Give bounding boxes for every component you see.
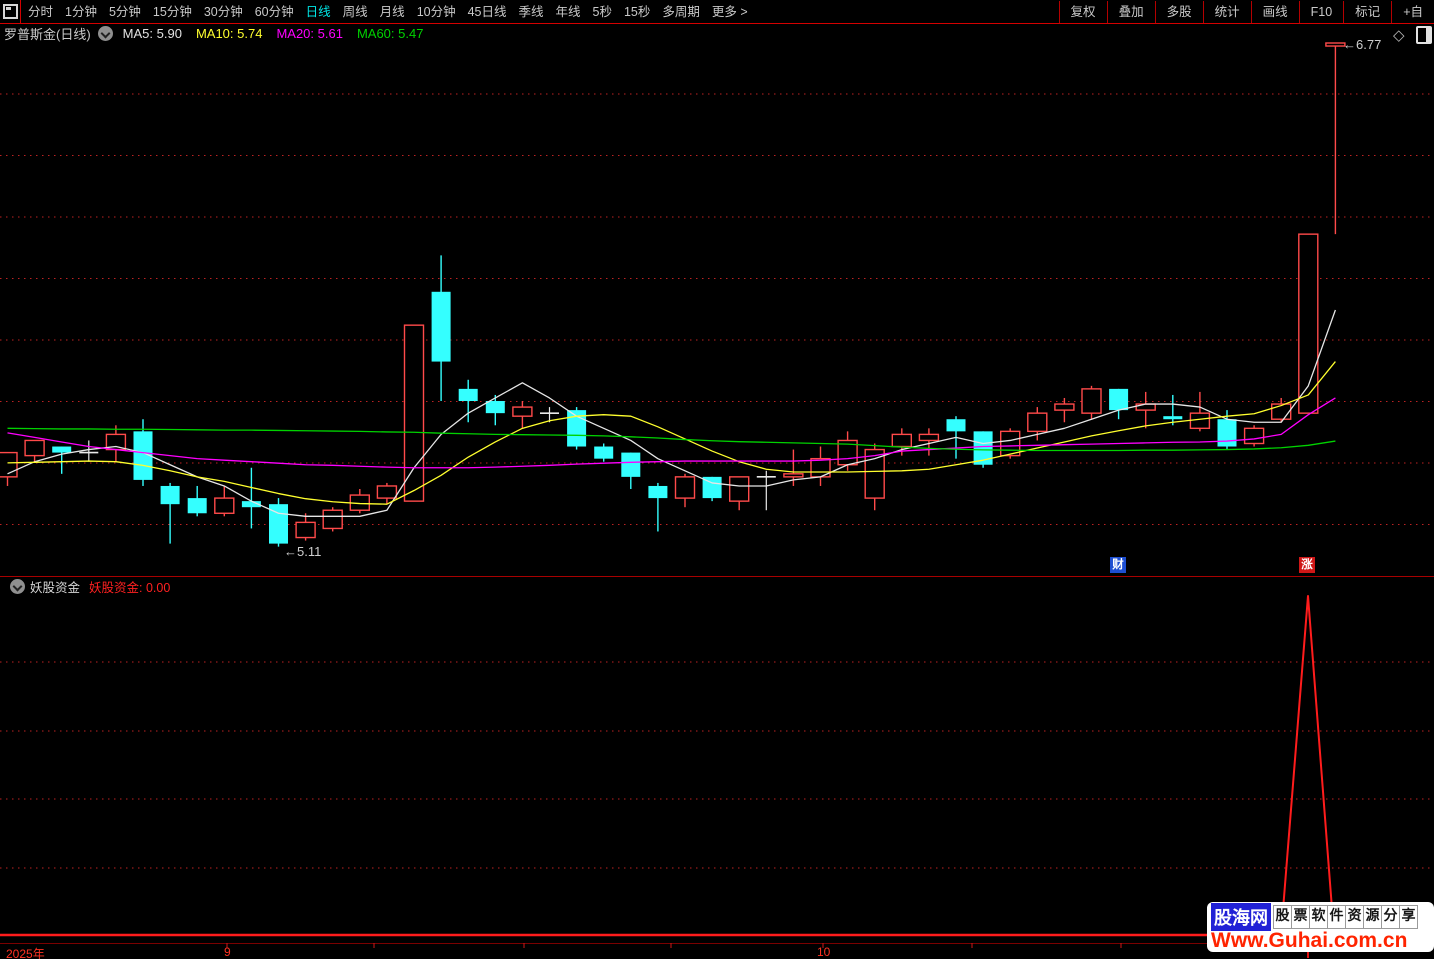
tool-button-1[interactable]: 叠加 xyxy=(1106,0,1155,23)
watermark-row: 股海网 股票软件资源分享 xyxy=(1211,902,1434,931)
stock-title: 罗普斯金(日线) xyxy=(4,27,91,42)
menubar-divider xyxy=(20,0,21,23)
watermark-char: 源 xyxy=(1363,904,1382,929)
menu-item-0[interactable]: 分时 xyxy=(22,1,59,23)
tool-button-5[interactable]: F10 xyxy=(1298,0,1344,23)
ma-value-3: MA60: 5.47 xyxy=(356,26,424,41)
chart-title-row: 罗普斯金(日线) MA5: 5.90 MA10: 5.74 MA20: 5.61 MA… xyxy=(0,24,437,43)
diamond-icon[interactable]: ◇ xyxy=(1393,26,1405,44)
ma-legend: MA5: 5.90 MA10: 5.74 MA20: 5.61 MA60: 5.47 xyxy=(123,26,438,41)
menu-item-12[interactable]: 年线 xyxy=(550,1,587,23)
watermark-char: 股 xyxy=(1273,904,1292,929)
menu-item-5[interactable]: 60分钟 xyxy=(249,1,300,23)
panel-layout-icon[interactable] xyxy=(1416,26,1432,44)
ma-value-0: MA5: 5.90 xyxy=(122,26,182,41)
period-menubar: 分时 1分钟 5分钟 15分钟 30分钟 60分钟 日线 周线 月线 10分钟 45日线 季线 年线 5秒… xyxy=(0,0,1434,24)
tool-button-7[interactable]: +自 xyxy=(1391,0,1434,23)
tool-button-4[interactable]: 画线 xyxy=(1250,0,1299,23)
tool-button-3[interactable]: 统计 xyxy=(1202,0,1251,23)
watermark-char: 件 xyxy=(1327,904,1346,929)
watermark-tagline: 股票软件资源分享 xyxy=(1273,904,1418,929)
menu-item-13[interactable]: 5秒 xyxy=(587,1,618,23)
menu-item-11[interactable]: 季线 xyxy=(513,1,550,23)
indicator-name: 妖股资金 xyxy=(30,580,81,595)
tools-menu: 复权 叠加 多股 统计 画线 F10 标记 +自 xyxy=(1058,0,1434,23)
high-price-label: ←6.77 xyxy=(1343,37,1382,52)
axis-label-1: 9 xyxy=(224,945,231,959)
watermark-char: 软 xyxy=(1309,904,1328,929)
chevron-down-icon[interactable] xyxy=(10,578,25,594)
axis-label-0: 2025年 xyxy=(6,947,45,959)
watermark-char: 票 xyxy=(1291,904,1310,929)
sub-chart-header: 妖股资金 妖股资金: 0.00 xyxy=(3,578,171,595)
indicator-value: 妖股资金: 0.00 xyxy=(89,580,171,595)
menu-item-4[interactable]: 30分钟 xyxy=(198,1,249,23)
window-restore-icon[interactable] xyxy=(3,4,18,19)
menu-item-7[interactable]: 周线 xyxy=(337,1,374,23)
menu-item-1[interactable]: 1分钟 xyxy=(59,1,103,23)
ma-value-1: MA10: 5.74 xyxy=(195,26,263,41)
tool-button-0[interactable]: 复权 xyxy=(1058,0,1107,23)
tool-button-2[interactable]: 多股 xyxy=(1154,0,1203,23)
watermark-char: 享 xyxy=(1399,904,1418,929)
watermark-site-badge: 股海网 xyxy=(1211,902,1271,931)
menu-item-9[interactable]: 10分钟 xyxy=(411,1,462,23)
menu-item-3[interactable]: 15分钟 xyxy=(147,1,198,23)
menu-item-2[interactable]: 5分钟 xyxy=(103,1,147,23)
main-chart-canvas[interactable] xyxy=(0,0,1434,959)
watermark: 股海网 股票软件资源分享 Www.Guhai.com.cn xyxy=(1207,902,1434,952)
event-marker-0[interactable]: 财 xyxy=(1110,557,1126,573)
ma-value-2: MA20: 5.61 xyxy=(276,26,343,41)
axis-label-2: 10 xyxy=(817,945,831,959)
menu-item-16[interactable]: 更多 > xyxy=(706,1,754,23)
tool-button-6[interactable]: 标记 xyxy=(1343,0,1391,23)
period-menu: 分时 1分钟 5分钟 15分钟 30分钟 60分钟 日线 周线 月线 10分钟 45日线 季线 年线 5秒… xyxy=(22,0,754,23)
watermark-char: 分 xyxy=(1381,904,1400,929)
watermark-char: 资 xyxy=(1345,904,1364,929)
menu-item-8[interactable]: 月线 xyxy=(374,1,411,23)
menu-item-14[interactable]: 15秒 xyxy=(618,1,656,23)
low-price-label: ←5.11 xyxy=(284,544,322,559)
watermark-url: Www.Guhai.com.cn xyxy=(1211,929,1408,952)
event-marker-1[interactable]: 涨 xyxy=(1299,557,1315,573)
menu-item-15[interactable]: 多周期 xyxy=(656,1,706,23)
chevron-down-icon[interactable] xyxy=(97,26,113,41)
menu-item-10[interactable]: 45日线 xyxy=(462,1,513,23)
app-window: 分时 1分钟 5分钟 15分钟 30分钟 60分钟 日线 周线 月线 10分钟 45日线 季线 年线 5秒… xyxy=(0,0,1434,959)
menu-item-6[interactable]: 日线 xyxy=(300,1,337,23)
